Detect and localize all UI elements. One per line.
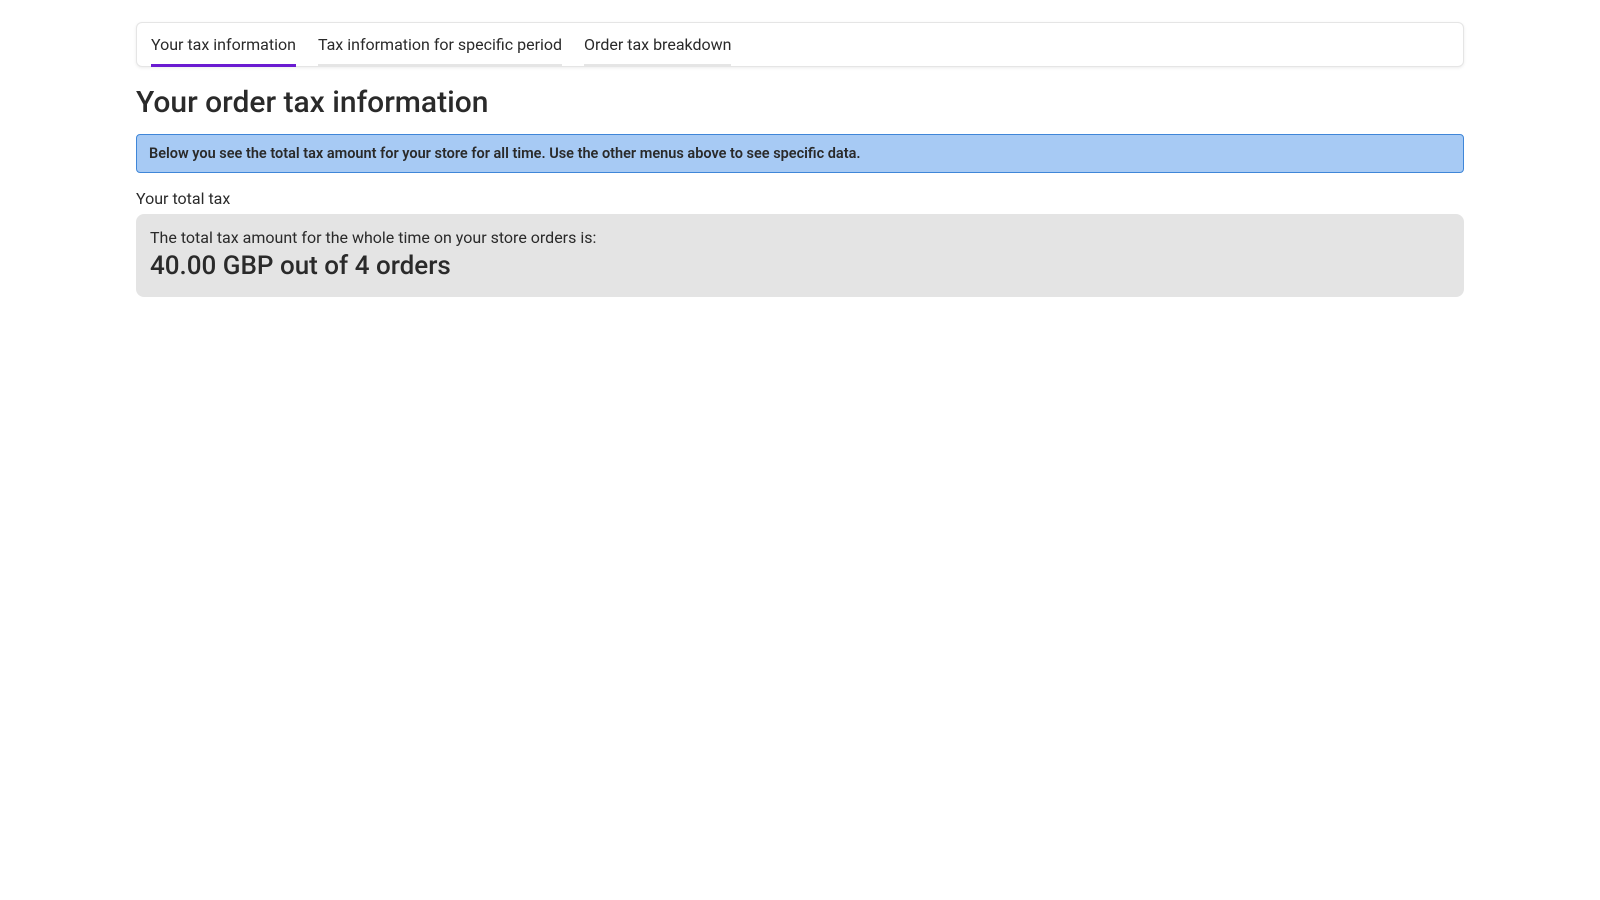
total-tax-summary-card: The total tax amount for the whole time … bbox=[136, 214, 1464, 297]
section-label-total-tax: Your total tax bbox=[136, 189, 1464, 208]
page-container: Your tax information Tax information for… bbox=[0, 0, 1600, 297]
summary-amount: 40.00 GBP out of 4 orders bbox=[150, 251, 1450, 281]
tab-your-tax-information[interactable]: Your tax information bbox=[151, 35, 296, 67]
tab-tax-information-specific-period[interactable]: Tax information for specific period bbox=[318, 35, 562, 67]
summary-description: The total tax amount for the whole time … bbox=[150, 228, 1450, 247]
info-banner: Below you see the total tax amount for y… bbox=[136, 134, 1464, 173]
page-title: Your order tax information bbox=[136, 85, 1464, 120]
tabs: Your tax information Tax information for… bbox=[151, 35, 1449, 66]
tab-order-tax-breakdown[interactable]: Order tax breakdown bbox=[584, 35, 731, 67]
tabs-card: Your tax information Tax information for… bbox=[136, 22, 1464, 67]
